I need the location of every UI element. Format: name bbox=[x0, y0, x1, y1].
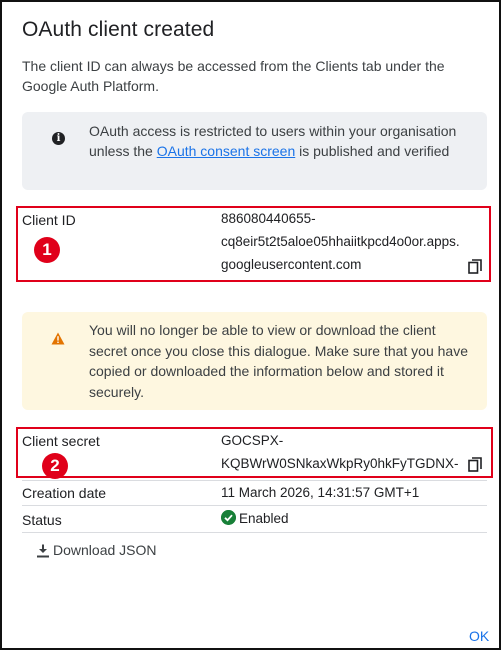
warning-text: You will no longer be able to view or do… bbox=[89, 322, 468, 400]
warning-banner: You will no longer be able to view or do… bbox=[22, 312, 487, 410]
status-label: Status bbox=[22, 512, 62, 528]
oauth-client-dialog: OAuth client created The client ID can a… bbox=[0, 0, 501, 650]
annotation-badge-1: 1 bbox=[34, 237, 60, 263]
check-circle-icon bbox=[221, 510, 236, 525]
download-json-label: Download JSON bbox=[53, 542, 157, 558]
status-value: Enabled bbox=[239, 511, 289, 526]
download-icon bbox=[37, 544, 49, 558]
dialog-intro: The client ID can always be accessed fro… bbox=[22, 58, 445, 94]
creation-date-value: 11 March 2026, 14:31:57 GMT+1 bbox=[221, 485, 420, 500]
client-secret-highlight bbox=[16, 427, 493, 478]
divider bbox=[22, 505, 487, 506]
ok-button[interactable]: OK bbox=[469, 628, 489, 644]
info-banner: i OAuth access is restricted to users wi… bbox=[22, 112, 487, 190]
info-icon: i bbox=[52, 132, 65, 145]
creation-date-label: Creation date bbox=[22, 485, 107, 501]
divider bbox=[22, 532, 487, 533]
client-id-highlight bbox=[16, 206, 491, 282]
dialog-title: OAuth client created bbox=[22, 18, 215, 41]
warning-icon bbox=[51, 332, 65, 345]
annotation-badge-2: 2 bbox=[42, 453, 68, 479]
info-text-after: is published and verified bbox=[295, 143, 450, 159]
info-text: OAuth access is restricted to users with… bbox=[89, 121, 469, 161]
oauth-consent-screen-link[interactable]: OAuth consent screen bbox=[157, 143, 296, 159]
